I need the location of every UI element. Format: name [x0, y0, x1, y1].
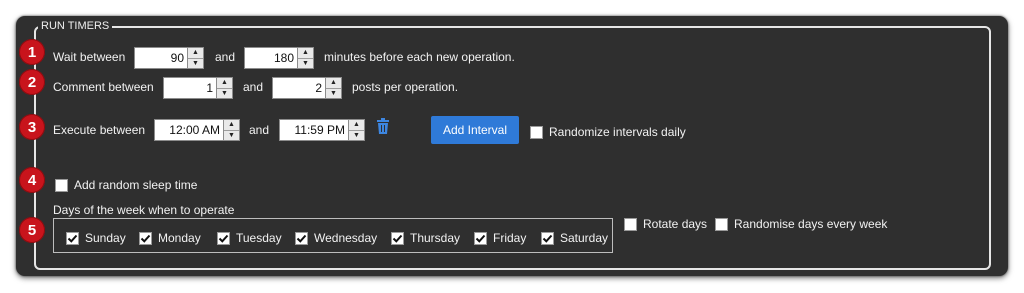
day-checkbox-wednesday[interactable]: Wednesday	[295, 230, 377, 246]
day-checkbox-saturday[interactable]: Saturday	[541, 230, 608, 246]
checkbox-box[interactable]	[624, 217, 637, 231]
comment-suffix-label: posts per operation.	[352, 80, 459, 94]
checkbox-box[interactable]	[55, 178, 68, 192]
day-checkbox-sunday[interactable]: Sunday	[66, 230, 126, 246]
comment-min-value[interactable]: 1	[163, 77, 217, 99]
comment-max-value[interactable]: 2	[272, 77, 326, 99]
comment-between-label: Comment between	[53, 80, 154, 94]
day-checkbox-monday[interactable]: Monday	[139, 230, 201, 246]
increment-icon[interactable]: ▲	[298, 48, 313, 59]
randomize-intervals-label: Randomize intervals daily	[549, 125, 686, 139]
add-interval-button[interactable]: Add Interval	[431, 116, 519, 144]
checkbox-box[interactable]	[715, 217, 728, 231]
comment-min-stepper[interactable]: 1 ▲ ▼	[163, 77, 233, 99]
check-icon[interactable]	[295, 231, 308, 245]
decrement-icon[interactable]: ▼	[224, 131, 239, 141]
decrement-icon[interactable]: ▼	[188, 59, 203, 69]
day-checkbox-friday[interactable]: Friday	[474, 230, 526, 246]
day-label: Wednesday	[314, 231, 378, 245]
day-label: Saturday	[560, 231, 609, 245]
increment-icon[interactable]: ▲	[217, 78, 232, 89]
comment-and-label: and	[243, 80, 264, 94]
wait-max-stepper[interactable]: 180 ▲ ▼	[244, 47, 314, 69]
decrement-icon[interactable]: ▼	[298, 59, 313, 69]
day-checkbox-thursday[interactable]: Thursday	[391, 230, 460, 246]
randomise-days-label: Randomise days every week	[734, 217, 888, 231]
step-badge-5: 5	[19, 217, 45, 243]
checkbox-box[interactable]	[530, 125, 543, 139]
execute-between-label: Execute between	[53, 123, 146, 137]
randomise-days-checkbox[interactable]: Randomise days every week	[715, 216, 887, 232]
wait-suffix-label: minutes before each new operation.	[324, 50, 515, 64]
wait-min-value[interactable]: 90	[134, 47, 188, 69]
execute-start-time[interactable]: 12:00 AM ▲ ▼	[154, 119, 240, 141]
wait-max-value[interactable]: 180	[244, 47, 298, 69]
check-icon[interactable]	[391, 231, 404, 245]
step-badge-3: 3	[19, 114, 45, 140]
check-icon[interactable]	[217, 231, 230, 245]
comment-max-stepper[interactable]: 2 ▲ ▼	[272, 77, 342, 99]
step-badge-1: 1	[19, 39, 45, 65]
check-icon[interactable]	[66, 231, 79, 245]
wait-between-label: Wait between	[53, 50, 126, 64]
execute-start-value[interactable]: 12:00 AM	[154, 119, 224, 141]
day-label: Monday	[158, 231, 201, 245]
execute-and-label: and	[249, 123, 270, 137]
rotate-days-checkbox[interactable]: Rotate days	[624, 216, 707, 232]
randomize-intervals-checkbox[interactable]: Randomize intervals daily	[530, 124, 686, 140]
wait-and-label: and	[215, 50, 236, 64]
day-label: Thursday	[410, 231, 461, 245]
rotate-days-label: Rotate days	[643, 217, 708, 231]
decrement-icon[interactable]: ▼	[217, 89, 232, 99]
increment-icon[interactable]: ▲	[326, 78, 341, 89]
day-checkbox-tuesday[interactable]: Tuesday	[217, 230, 282, 246]
days-heading: Days of the week when to operate	[53, 203, 235, 217]
step-badge-4: 4	[19, 167, 45, 193]
execute-end-value[interactable]: 11:59 PM	[279, 119, 349, 141]
decrement-icon[interactable]: ▼	[349, 131, 364, 141]
day-label: Sunday	[85, 231, 126, 245]
increment-icon[interactable]: ▲	[188, 48, 203, 59]
check-icon[interactable]	[541, 231, 554, 245]
increment-icon[interactable]: ▲	[224, 120, 239, 131]
day-label: Friday	[493, 231, 527, 245]
execute-end-time[interactable]: 11:59 PM ▲ ▼	[279, 119, 365, 141]
random-sleep-checkbox[interactable]: Add random sleep time	[55, 177, 197, 193]
step-badge-2: 2	[19, 69, 45, 95]
check-icon[interactable]	[139, 231, 152, 245]
check-icon[interactable]	[474, 231, 487, 245]
decrement-icon[interactable]: ▼	[326, 89, 341, 99]
wait-min-stepper[interactable]: 90 ▲ ▼	[134, 47, 204, 69]
random-sleep-label: Add random sleep time	[74, 178, 198, 192]
day-label: Tuesday	[236, 231, 282, 245]
groupbox-title: RUN TIMERS	[38, 19, 113, 33]
increment-icon[interactable]: ▲	[349, 120, 364, 131]
trash-icon[interactable]	[376, 118, 390, 134]
